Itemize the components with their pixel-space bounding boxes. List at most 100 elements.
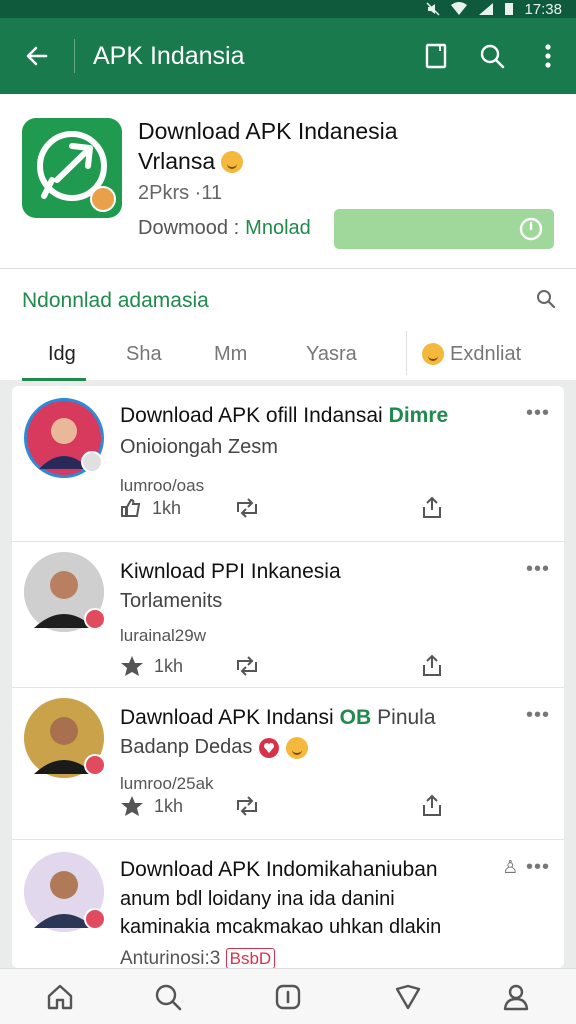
download-row: Dowmood : Mnolad <box>138 217 311 240</box>
app-logo[interactable] <box>22 118 122 218</box>
post-author: Onioiongah Zesm <box>120 436 278 458</box>
post-meta: lurainal29w <box>120 626 206 645</box>
like-button[interactable]: 1kh <box>120 494 181 522</box>
profile-icon <box>503 984 529 1011</box>
more-options-button[interactable]: ••• <box>526 704 550 727</box>
repost-button[interactable] <box>234 652 260 680</box>
share-button[interactable] <box>420 652 444 680</box>
share-button[interactable] <box>420 792 444 820</box>
heart-badge-icon <box>259 737 280 758</box>
post-badge: Dimre <box>388 404 449 427</box>
post-title: Download APK ofill Indansai Dimre <box>120 404 449 427</box>
more-vert-icon <box>545 44 551 68</box>
smile-emoji-icon <box>286 736 309 759</box>
post-author: Torlamenits <box>120 590 223 612</box>
post-meta: lumroo/oas <box>120 476 205 495</box>
more-options-button[interactable]: ♙ ••• <box>502 856 550 879</box>
repost-icon <box>237 796 257 816</box>
tab-bar: Idg Sha Mm Yasra Exdnliat <box>0 327 576 381</box>
avatar[interactable] <box>24 852 106 932</box>
avatar-status-dot <box>84 608 106 630</box>
info-icon <box>275 984 301 1010</box>
status-time: 17:38 <box>524 0 562 18</box>
favorite-button[interactable]: 1kh <box>120 792 183 820</box>
avatar-status-dot <box>84 908 106 930</box>
post-author: Badanp Dedas <box>120 736 309 759</box>
repost-button[interactable] <box>234 792 260 820</box>
app-subtitle: Vrlansa <box>138 148 244 175</box>
tab-divider <box>406 331 407 375</box>
star-icon <box>121 796 143 816</box>
search-icon <box>155 984 182 1011</box>
person-icon: ♙ <box>502 857 520 877</box>
star-icon <box>121 656 143 676</box>
post-badge: BsbD <box>225 948 276 968</box>
appbar-divider <box>74 39 75 73</box>
app-logo-badge <box>90 186 116 212</box>
bookmark-icon <box>425 43 447 69</box>
nav-profile[interactable] <box>486 969 546 1024</box>
nav-home[interactable] <box>30 969 90 1024</box>
status-bar: 17:38 <box>0 0 576 18</box>
home-icon <box>47 984 73 1010</box>
post-body-line: anum bdl loidany ina ida danini <box>120 888 395 910</box>
avatar[interactable] <box>24 698 106 778</box>
post-title: Download APK Indomikahaniuban <box>120 858 438 881</box>
post-title-extra: Pinula <box>377 706 436 729</box>
bottom-navigation <box>0 968 576 1024</box>
post-body-line: kaminakia mcakmakao uhkan dlakin <box>120 916 442 938</box>
back-button[interactable] <box>0 18 74 94</box>
more-options-button[interactable] <box>520 18 576 94</box>
bookmark-button[interactable] <box>408 18 464 94</box>
post-title: Dawnload APK Indansi OB Pinula <box>120 706 436 729</box>
page-title: APK Indansia <box>93 41 245 70</box>
tab-1[interactable]: Sha <box>126 327 162 381</box>
avatar[interactable] <box>24 552 106 632</box>
post-actions: 1kh <box>120 652 540 680</box>
nav-info[interactable] <box>258 969 318 1024</box>
like-count: 1kh <box>154 655 184 676</box>
post-feed: Download APK ofill Indansai Dimre ••• On… <box>12 386 564 968</box>
search-button[interactable] <box>464 18 520 94</box>
repost-button[interactable] <box>234 494 260 522</box>
tab-2[interactable]: Mm <box>214 327 247 381</box>
app-title: Download APK Indanesia <box>138 118 398 144</box>
post-item[interactable]: Kiwnload PPI Inkanesia ••• Torlamenits l… <box>12 542 564 688</box>
post-item[interactable]: Download APK ofill Indansai Dimre ••• On… <box>12 386 564 542</box>
post-item[interactable]: Download APK Indomikahaniuban ♙ ••• anum… <box>12 840 564 968</box>
active-tab-indicator <box>22 378 86 381</box>
tab-4[interactable]: Exdnliat <box>422 327 521 381</box>
back-arrow-icon <box>26 46 48 66</box>
share-icon <box>423 654 441 676</box>
mute-icon <box>426 2 440 16</box>
app-meta: 2Pkrs ·11 <box>138 182 223 204</box>
download-status: Mnolad <box>245 217 311 239</box>
search-icon <box>480 44 505 69</box>
post-actions: 1kh <box>120 494 540 522</box>
section-tabs: Ndonnlad adamasia Idg Sha Mm Yasra Exdnl… <box>0 268 576 381</box>
more-options-button[interactable]: ••• <box>526 402 550 425</box>
section-search-button[interactable] <box>536 289 556 314</box>
avatar-status-dot <box>81 451 103 473</box>
tab-0[interactable]: Idg <box>22 327 86 381</box>
nav-shield[interactable] <box>378 969 438 1024</box>
app-header-card: Download APK Indanesia Vrlansa 2Pkrs ·11… <box>0 94 576 268</box>
wifi-icon <box>450 2 468 16</box>
favorite-button[interactable]: 1kh <box>120 652 183 680</box>
download-progress-button[interactable] <box>334 209 554 249</box>
battery-icon <box>504 2 514 16</box>
like-icon <box>121 498 141 517</box>
share-button[interactable] <box>420 494 444 522</box>
smile-emoji-icon <box>422 343 444 365</box>
tab-3[interactable]: Yasra <box>306 327 357 381</box>
clock-icon <box>519 217 543 241</box>
nav-search[interactable] <box>138 969 198 1024</box>
like-count: 1kh <box>154 795 184 816</box>
repost-icon <box>237 498 257 518</box>
download-label: Dowmood : <box>138 217 240 239</box>
more-options-button[interactable]: ••• <box>526 558 550 581</box>
shield-icon <box>395 984 421 1010</box>
post-item[interactable]: Dawnload APK Indansi OB Pinula ••• Badan… <box>12 688 564 840</box>
smile-emoji-icon <box>221 150 244 173</box>
avatar[interactable] <box>24 398 104 478</box>
